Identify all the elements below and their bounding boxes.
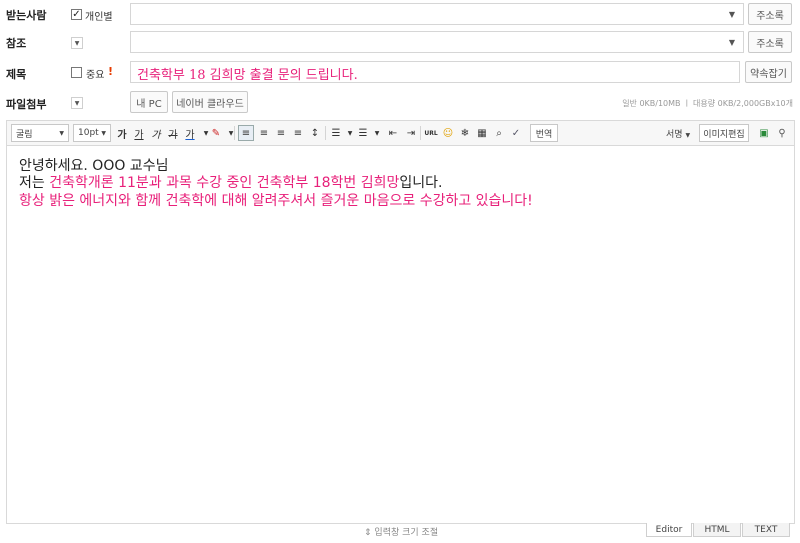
editor-body[interactable]: 안녕하세요. OOO 교수님 저는 건축학개론 11분과 과목 수강 중인 건축…: [6, 146, 795, 524]
appointment-button[interactable]: 약속잡기: [745, 61, 792, 83]
recipients-label: 받는사람: [6, 9, 47, 22]
tab-html[interactable]: HTML: [693, 523, 741, 537]
font-family-select[interactable]: 굴림 ▼: [11, 124, 69, 142]
resize-handle[interactable]: ⇕ 입력창 크기 조절: [364, 525, 438, 538]
font-color-icon[interactable]: 가: [182, 125, 198, 141]
outdent-icon[interactable]: ⇤: [385, 125, 401, 141]
strikethrough-icon[interactable]: 가: [165, 125, 181, 141]
align-center-icon[interactable]: ≡: [256, 125, 272, 141]
body-line-2-highlight: 건축학개론 11분과 과목 수강 중인 건축학부 18학번 김희망: [49, 175, 400, 191]
tab-text[interactable]: TEXT: [742, 523, 790, 537]
toolbar-separator: [234, 126, 235, 140]
cc-address-book-button[interactable]: 주소록: [748, 31, 792, 53]
align-justify-icon[interactable]: ≡: [290, 125, 306, 141]
line-height-icon[interactable]: ↕: [307, 125, 323, 141]
chevron-down-icon: ▼: [685, 132, 691, 139]
chevron-down-icon: ▼: [59, 129, 64, 137]
spellcheck-icon[interactable]: ✓: [508, 125, 524, 141]
attachments-expand-dropdown-icon[interactable]: ▼: [71, 97, 83, 109]
italic-icon[interactable]: 가: [148, 125, 164, 141]
attachment-quota: 일반 0KB/10MB ㅣ 대용량 0KB/2,000GBx10개: [622, 99, 793, 108]
bold-icon[interactable]: 가: [114, 125, 130, 141]
body-line-3: 항상 밝은 에너지와 함께 건축학에 대해 알려주셔서 즐거운 마음으로 수강하…: [19, 193, 533, 209]
recipients-address-book-button[interactable]: 주소록: [748, 3, 792, 25]
important-mark: !: [108, 65, 114, 78]
attachments-row: 파일첨부 ▼ 내 PC 네이버 클라우드 일반 0KB/10MB ㅣ 대용량 0…: [0, 90, 800, 114]
emoticon-icon[interactable]: ☺: [440, 125, 456, 141]
subject-label: 제목: [6, 68, 27, 81]
chevron-down-icon: ▼: [101, 129, 106, 137]
recipients-row: 받는사람 ✓ 개인별 ▼ 주소록: [0, 2, 800, 26]
important-checkbox[interactable]: [71, 67, 82, 78]
underline-icon[interactable]: 가: [131, 125, 147, 141]
attachments-label: 파일첨부: [6, 98, 47, 111]
toolbar-separator: [325, 126, 326, 140]
my-pc-button[interactable]: 내 PC: [130, 91, 168, 113]
font-size-value: 10pt: [78, 128, 99, 138]
find-icon[interactable]: ⌕: [491, 125, 507, 141]
tab-editor[interactable]: Editor: [646, 523, 692, 537]
signature-button[interactable]: 서명 ▼: [666, 127, 690, 140]
individual-checkbox-label: 개인별: [85, 12, 113, 23]
individual-checkbox[interactable]: ✓: [71, 9, 82, 20]
important-label: 중요: [86, 70, 105, 81]
font-size-select[interactable]: 10pt ▼: [73, 124, 111, 142]
highlight-color-icon[interactable]: ✎: [208, 125, 224, 141]
cc-label: 참조: [6, 37, 27, 50]
editor-toolbar: 굴림 ▼ 10pt ▼ 가 가 가 가 가 ▼ ✎ ▼ ≡ ≡ ≡ ≡ ↕ ☰ …: [6, 120, 795, 146]
body-line-2: 저는 건축학개론 11분과 과목 수강 중인 건축학부 18학번 김희망입니다.: [19, 172, 442, 192]
resize-label: 입력창 크기 조절: [374, 528, 439, 538]
cc-dropdown-icon[interactable]: ▼: [721, 32, 743, 52]
image-icon[interactable]: ▣: [756, 125, 772, 141]
font-family-value: 굴림: [16, 129, 33, 140]
translate-button[interactable]: 번역: [530, 124, 558, 142]
bullet-list-dropdown-icon[interactable]: ▼: [369, 125, 385, 141]
subject-input[interactable]: 건축학부 18 김희망 출결 문의 드립니다.: [130, 61, 740, 83]
special-char-icon[interactable]: ❄: [457, 125, 473, 141]
recipients-input[interactable]: [130, 3, 744, 25]
signature-label: 서명: [666, 130, 683, 140]
map-pin-icon[interactable]: ⚲: [774, 125, 790, 141]
image-edit-button[interactable]: 이미지편집: [699, 124, 749, 142]
body-line-2-prefix: 저는: [19, 175, 50, 191]
align-left-icon[interactable]: ≡: [238, 125, 254, 141]
resize-arrows-icon: ⇕: [364, 528, 372, 538]
naver-cloud-button[interactable]: 네이버 클라우드: [172, 91, 248, 113]
toolbar-separator: [420, 126, 421, 140]
cc-expand-dropdown-icon[interactable]: ▼: [71, 37, 83, 49]
subject-row: 제목 중요 ! 건축학부 18 김희망 출결 문의 드립니다. 약속잡기: [0, 60, 800, 84]
indent-icon[interactable]: ⇥: [403, 125, 419, 141]
cc-row: 참조 ▼ ▼ 주소록: [0, 30, 800, 54]
cc-input[interactable]: [130, 31, 744, 53]
recipients-dropdown-icon[interactable]: ▼: [721, 4, 743, 24]
subject-value: 건축학부 18 김희망 출결 문의 드립니다.: [137, 68, 358, 83]
align-right-icon[interactable]: ≡: [273, 125, 289, 141]
body-line-2-suffix: 입니다.: [399, 175, 443, 191]
link-url-icon[interactable]: URL: [423, 125, 439, 141]
table-icon[interactable]: ▦: [474, 125, 490, 141]
highlight-dropdown-icon[interactable]: ▼: [223, 125, 239, 141]
